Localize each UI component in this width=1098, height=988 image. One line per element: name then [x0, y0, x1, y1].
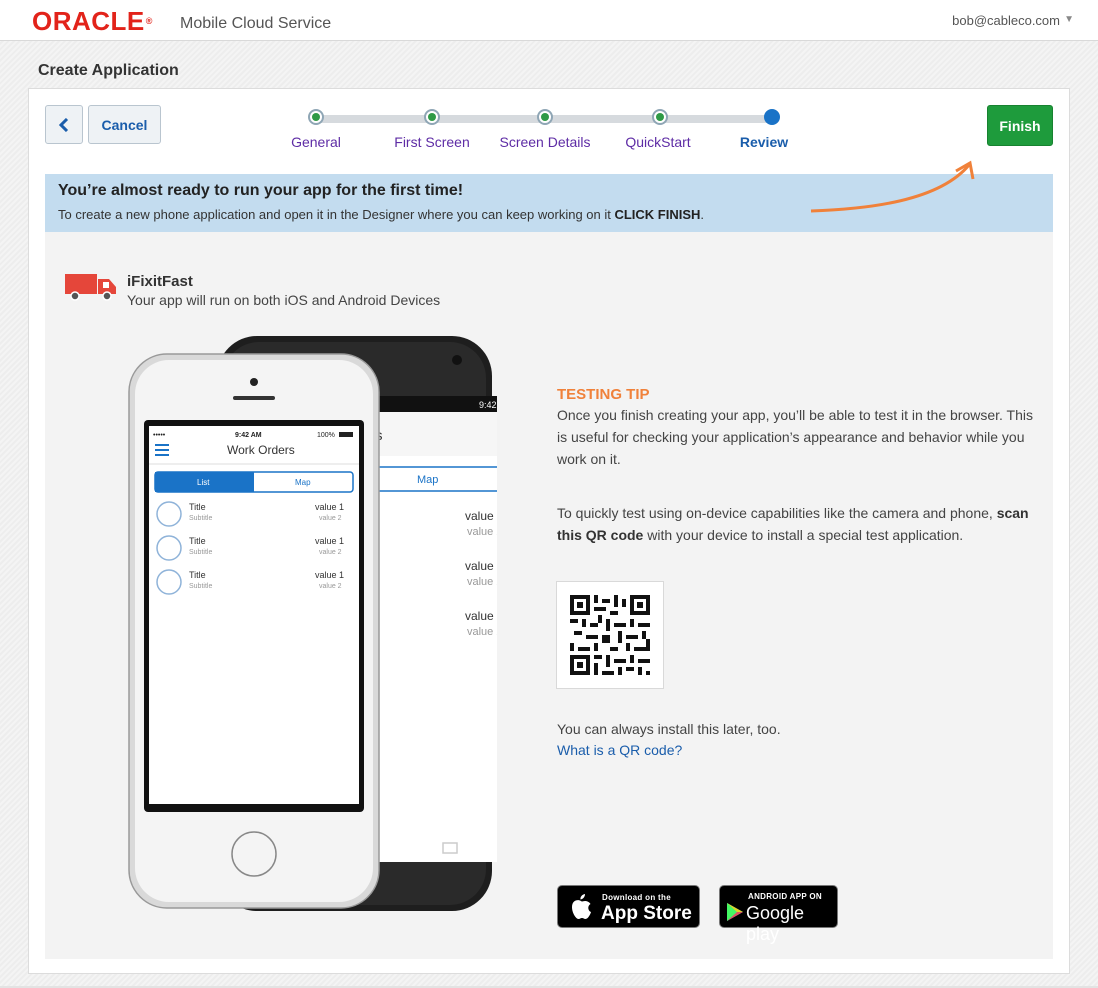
step-quickstart-check-icon [652, 109, 668, 125]
iphone-battery: 100% [317, 432, 335, 439]
google-play-badge[interactable]: ANDROID APP ON Google play [719, 885, 838, 944]
app-description: Your app will run on both iOS and Androi… [127, 292, 441, 308]
app-store-big-text: App Store [601, 903, 692, 924]
iphone-row-value2: value 2 [319, 583, 342, 590]
step-review-current-icon [764, 109, 780, 125]
android-row-value1: value 1 [465, 559, 497, 573]
google-play-big-text: Google play [746, 903, 805, 944]
google-play-small-text: ANDROID APP ON [748, 892, 822, 901]
android-time: 9:42 [479, 400, 497, 410]
iphone-row-subtitle: Subtitle [189, 549, 212, 556]
iphone-title: Work Orders [227, 443, 295, 457]
iphone-row-value1: value 1 [315, 570, 344, 580]
android-seg-map: Map [417, 474, 438, 486]
qr-code [556, 581, 664, 689]
banner-title: You’re almost ready to run your app for … [58, 182, 464, 199]
android-row-value1: value 1 [465, 609, 497, 623]
step-quickstart[interactable]: QuickStart [625, 134, 690, 150]
iphone-row-title: Title [189, 570, 206, 580]
android-row-value2: value 2 [467, 626, 497, 638]
curved-arrow-icon [810, 160, 975, 213]
step-general[interactable]: General [291, 134, 341, 150]
iphone-seg-list: List [197, 478, 210, 487]
home-button-icon [231, 831, 277, 877]
hamburger-icon [155, 444, 169, 456]
iphone-row-value2: value 2 [319, 549, 342, 556]
step-screen-details[interactable]: Screen Details [499, 134, 590, 150]
iphone-row-subtitle: Subtitle [189, 583, 212, 590]
chevron-left-icon [58, 117, 69, 132]
iphone-seg-map: Map [295, 478, 311, 487]
step-first-screen-check-icon [424, 109, 440, 125]
wizard-card: Cancel General First Screen Screen Detai… [28, 88, 1070, 974]
testing-tip-text: Once you finish creating your app, you’l… [557, 407, 1033, 467]
phone-preview-illustration: 9:42 ers Map value 1 value 2 value 1 val… [128, 336, 497, 911]
truck-icon [65, 274, 116, 301]
caret-down-icon[interactable]: ▼ [1064, 14, 1074, 25]
iphone-time: 9:42 AM [235, 432, 262, 439]
iphone-row-title: Title [189, 502, 206, 512]
banner-text: To create a new phone application and op… [58, 207, 705, 222]
app-store-small-text: Download on the [602, 893, 671, 902]
iphone: ••••• 9:42 AM 100% Work Orders List Map … [128, 353, 380, 909]
apple-icon [572, 894, 591, 919]
finish-button[interactable]: Finish [987, 105, 1053, 146]
app-name: iFixitFast [127, 273, 193, 290]
top-bar: ORACLE® Mobile Cloud Service bob@cableco… [0, 0, 1098, 41]
banner-emphasis: CLICK FINISH [614, 207, 701, 222]
step-first-screen[interactable]: First Screen [394, 134, 469, 150]
iphone-row-subtitle: Subtitle [189, 515, 212, 522]
google-play-icon [727, 903, 743, 921]
android-row-value2: value 2 [467, 526, 497, 538]
oracle-logo: ORACLE® [32, 6, 153, 36]
cancel-button[interactable]: Cancel [88, 105, 161, 144]
step-review: Review [739, 134, 789, 150]
user-menu[interactable]: bob@cableco.com [952, 13, 1060, 28]
iphone-carrier: ••••• [153, 432, 166, 439]
iphone-row-value1: value 1 [315, 502, 344, 512]
product-name: Mobile Cloud Service [180, 15, 332, 32]
android-row-value1: value 1 [465, 509, 497, 523]
iphone-row-value1: value 1 [315, 536, 344, 546]
qr-instructions: To quickly test using on-device capabili… [557, 505, 1029, 543]
qr-code-icon [570, 595, 650, 675]
review-content: iFixitFast Your app will run on both iOS… [45, 232, 1053, 959]
step-general-check-icon [308, 109, 324, 125]
iphone-row-value2: value 2 [319, 515, 342, 522]
iphone-row-title: Title [189, 536, 206, 546]
step-screen-details-check-icon [537, 109, 553, 125]
app-store-badge[interactable]: Download on the App Store [557, 885, 700, 928]
install-later-text: You can always install this later, too. [557, 721, 781, 737]
page-title: Create Application [38, 62, 179, 79]
what-is-qr-link[interactable]: What is a QR code? [557, 742, 682, 758]
back-button[interactable] [45, 105, 83, 144]
testing-tip-title: TESTING TIP [557, 386, 650, 403]
android-row-value2: value 2 [467, 576, 497, 588]
